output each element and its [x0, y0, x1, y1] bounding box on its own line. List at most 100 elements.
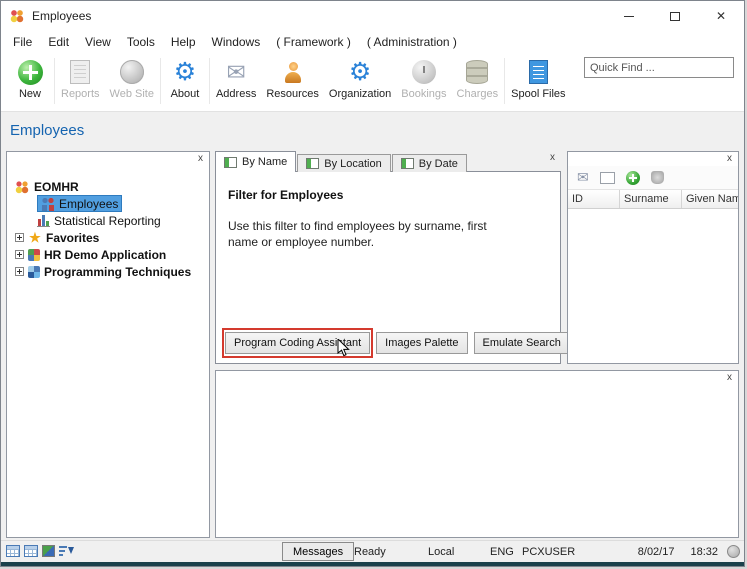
highlighted-button-wrapper: Program Coding Assistant	[225, 332, 370, 354]
status-indicator-icon	[727, 545, 740, 558]
add-icon[interactable]	[626, 171, 640, 185]
employee-list-close-icon[interactable]	[723, 152, 736, 165]
tree-item-label: EOMHR	[34, 180, 79, 194]
toolbar-button-about[interactable]: About	[162, 56, 208, 102]
status-icons	[6, 545, 74, 557]
column-header-given-names[interactable]: Given Names	[682, 190, 738, 208]
menu-item-help[interactable]: Help	[163, 32, 204, 52]
expand-icon[interactable]	[15, 233, 24, 242]
close-button[interactable]	[698, 1, 744, 31]
tree-item-programming-techniques[interactable]: Programming Techniques	[11, 263, 209, 280]
navigation-panel-close-icon[interactable]	[194, 152, 207, 165]
new-window-icon[interactable]	[600, 172, 615, 184]
messages-button[interactable]: Messages	[282, 542, 354, 561]
selected-highlight: Employees	[37, 195, 122, 212]
document-icon	[529, 60, 548, 84]
menu-item-windows[interactable]: Windows	[204, 32, 269, 52]
main-area: EOMHR Employees Statistical Reporting Fa…	[1, 146, 744, 540]
status-location: Local	[428, 546, 454, 558]
star-icon	[28, 231, 42, 245]
toolbar-label-address: Address	[216, 88, 256, 100]
page-title: Employees	[1, 112, 744, 146]
window-title: Employees	[32, 9, 91, 23]
detail-panel-close-icon[interactable]	[723, 371, 736, 384]
tree-item-label: Employees	[59, 197, 118, 211]
tab-label: By Location	[324, 158, 381, 170]
toolbar-button-bookings: Bookings	[396, 56, 451, 102]
toolbar-label-reports: Reports	[61, 88, 100, 100]
toolbar-separator	[504, 58, 505, 104]
toolbar-separator	[160, 58, 161, 104]
toolbar-label-charges: Charges	[457, 88, 499, 100]
tab-by-date[interactable]: By Date	[392, 154, 467, 172]
menu-item-tools[interactable]: Tools	[119, 32, 163, 52]
sort-icon[interactable]	[59, 545, 74, 557]
filter-tabstrip: By Name By Location By Date	[215, 151, 561, 172]
screen-icon	[401, 158, 414, 169]
column-header-surname[interactable]: Surname	[620, 190, 682, 208]
filter-panel-close-icon[interactable]	[546, 151, 559, 164]
images-palette-button[interactable]: Images Palette	[376, 332, 467, 354]
menu-item-framework[interactable]: ( Framework )	[268, 32, 359, 52]
filter-content: Filter for Employees Use this filter to …	[215, 171, 561, 364]
application-icon	[28, 249, 40, 261]
tab-by-name[interactable]: By Name	[215, 151, 296, 172]
status-time: 18:32	[690, 546, 718, 558]
filter-panel: By Name By Location By Date Filter for E…	[215, 151, 561, 364]
menu-item-administration[interactable]: ( Administration )	[359, 32, 465, 52]
toolbar-button-reports: Reports	[56, 56, 105, 102]
column-header-id[interactable]: ID	[568, 190, 620, 208]
chart-icon	[37, 214, 50, 227]
group-icon	[15, 180, 30, 194]
toolbar-button-new[interactable]: New	[7, 56, 53, 102]
detail-panel	[215, 370, 739, 538]
emulate-search-button[interactable]: Emulate Search	[474, 332, 570, 354]
expand-icon[interactable]	[15, 267, 24, 276]
tree-item-label: HR Demo Application	[44, 248, 166, 262]
tab-by-location[interactable]: By Location	[297, 154, 390, 172]
mouse-cursor	[337, 339, 351, 357]
gear-icon	[174, 59, 196, 85]
tree-item-eomhr[interactable]: EOMHR	[11, 178, 209, 195]
tab-label: By Date	[419, 158, 458, 170]
menu-item-file[interactable]: File	[5, 32, 40, 52]
person-icon	[282, 60, 304, 85]
toolbar-label-spool-files: Spool Files	[511, 88, 565, 100]
menu-item-edit[interactable]: Edit	[40, 32, 77, 52]
palette-icon[interactable]	[42, 545, 55, 557]
globe-icon	[120, 60, 144, 84]
quick-find-input[interactable]	[584, 57, 734, 78]
toolbar-button-organization[interactable]: Organization	[324, 56, 396, 102]
tree-item-employees[interactable]: Employees	[11, 195, 209, 212]
window-controls	[606, 1, 744, 31]
database-icon	[466, 60, 488, 84]
navigation-tree: EOMHR Employees Statistical Reporting Fa…	[7, 152, 209, 280]
toolbar-button-charges: Charges	[452, 56, 504, 102]
toolbar-button-address[interactable]: Address	[211, 56, 261, 102]
tree-item-statistical-reporting[interactable]: Statistical Reporting	[11, 212, 209, 229]
toolbar-label-web-site: Web Site	[110, 88, 154, 100]
toolbar-button-resources[interactable]: Resources	[261, 56, 324, 102]
filter-description: Use this filter to find employees by sur…	[216, 202, 546, 250]
tree-item-label: Favorites	[46, 231, 99, 245]
grid-icon[interactable]	[24, 545, 38, 557]
toolbar-button-spool-files[interactable]: Spool Files	[506, 56, 570, 102]
mail-icon[interactable]	[577, 169, 589, 187]
app-window: Employees File Edit View Tools Help Wind…	[0, 0, 745, 567]
toolbar: New Reports Web Site About Address Resou…	[1, 53, 744, 112]
tree-item-hr-demo-application[interactable]: HR Demo Application	[11, 246, 209, 263]
employee-list-panel: ID Surname Given Names	[567, 151, 739, 364]
menu-item-view[interactable]: View	[77, 32, 119, 52]
tree-item-favorites[interactable]: Favorites	[11, 229, 209, 246]
expand-icon[interactable]	[15, 250, 24, 259]
status-date: 8/02/17	[638, 546, 675, 558]
tree-item-label: Statistical Reporting	[54, 214, 161, 228]
new-icon	[18, 60, 43, 85]
maximize-button[interactable]	[652, 1, 698, 31]
status-ready: Ready	[354, 546, 386, 558]
minimize-button[interactable]	[606, 1, 652, 31]
toolbar-separator	[54, 58, 55, 104]
grid-icon[interactable]	[6, 545, 20, 557]
window-bottom-edge	[1, 562, 744, 566]
toolbar-separator	[209, 58, 210, 104]
